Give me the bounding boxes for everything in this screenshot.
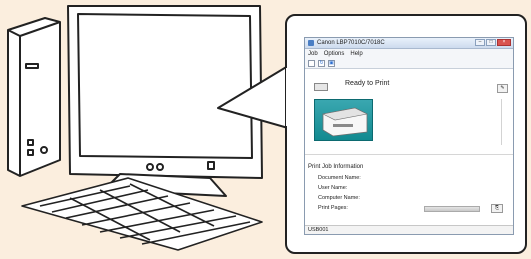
status-scrollbar[interactable]	[501, 99, 507, 145]
close-button[interactable]: ×	[497, 39, 511, 46]
refresh-icon[interactable]: ↻	[318, 59, 325, 67]
print-progress-bar	[424, 206, 480, 212]
window-title: Canon LBP7010C/7018C	[317, 40, 385, 46]
minimize-button[interactable]: –	[475, 39, 485, 46]
port-statusbar: USB001	[305, 225, 513, 234]
menu-help[interactable]: Help	[350, 51, 362, 57]
computer-name-label: Computer Name:	[318, 195, 360, 201]
status-area: Ready to Print ✎	[305, 68, 513, 168]
callout-join	[286, 68, 290, 126]
printer-status-icon	[314, 83, 328, 91]
new-icon[interactable]	[308, 59, 315, 67]
keyboard	[21, 177, 263, 251]
window-controls: – □ ×	[475, 39, 511, 46]
print-job-info: Print Job Information Document Name: Use…	[305, 154, 513, 225]
printer-icon[interactable]: ▣	[328, 59, 335, 67]
maximize-button[interactable]: □	[486, 39, 496, 46]
printer-status-text: Ready to Print	[345, 80, 390, 87]
printer-image	[314, 99, 373, 141]
menu-bar: Job Options Help	[305, 49, 513, 58]
menu-options[interactable]: Options	[324, 51, 345, 57]
document-name-label: Document Name:	[318, 175, 361, 181]
menu-job[interactable]: Job	[308, 51, 318, 57]
user-name-label: User Name:	[318, 185, 348, 191]
info-title: Print Job Information	[308, 164, 364, 170]
illustration: Canon LBP7010C/7018C – □ × Job Options H…	[0, 0, 531, 259]
pc-tower	[7, 17, 61, 177]
print-pages-label: Print Pages:	[318, 205, 348, 211]
printer-status-window: Canon LBP7010C/7018C – □ × Job Options H…	[304, 37, 514, 235]
cancel-job-button[interactable]: ⎘	[491, 204, 503, 213]
status-details-button[interactable]: ✎	[497, 84, 508, 93]
window-titlebar: Canon LBP7010C/7018C – □ ×	[305, 38, 513, 49]
port-label: USB001	[308, 227, 329, 233]
printer-app-icon	[308, 40, 314, 46]
printer-graphic	[322, 107, 368, 137]
computer-illustration	[7, 5, 289, 251]
